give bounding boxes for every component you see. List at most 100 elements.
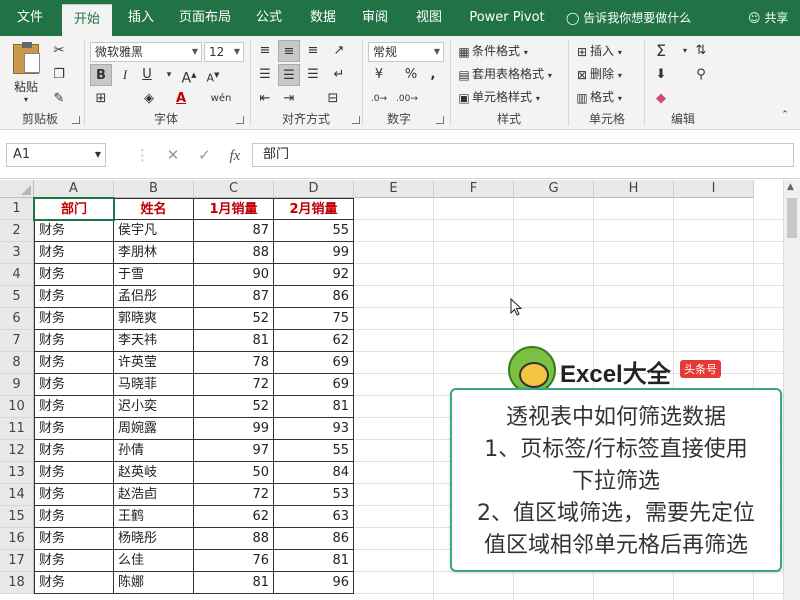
sort-filter-icon[interactable]: ⇅ bbox=[690, 40, 712, 62]
number-format-select[interactable]: 常规 ▼ bbox=[368, 42, 444, 62]
table-cell[interactable]: 81 bbox=[274, 396, 354, 418]
tab-page-layout[interactable]: 页面布局 bbox=[170, 0, 240, 36]
table-cell[interactable]: 侯宇凡 bbox=[114, 220, 194, 242]
table-cell[interactable]: 么佳 bbox=[114, 550, 194, 572]
tab-review[interactable]: 审阅 bbox=[352, 0, 398, 36]
row-header[interactable]: 3 bbox=[0, 242, 34, 264]
column-header-a[interactable]: A bbox=[34, 180, 114, 198]
table-cell[interactable]: 62 bbox=[274, 330, 354, 352]
table-cell[interactable]: 81 bbox=[274, 550, 354, 572]
name-box[interactable]: A1 ▼ bbox=[6, 143, 106, 167]
alignment-launcher[interactable] bbox=[352, 116, 360, 124]
table-cell[interactable]: 52 bbox=[194, 396, 274, 418]
percent-icon[interactable]: % bbox=[400, 64, 422, 86]
format-cells-button[interactable]: ▥ 格式 ▾ bbox=[574, 88, 622, 106]
table-cell[interactable]: 84 bbox=[274, 462, 354, 484]
row-header[interactable]: 17 bbox=[0, 550, 34, 572]
shrink-font-icon[interactable]: A▼ bbox=[202, 64, 224, 86]
table-cell[interactable]: 69 bbox=[274, 374, 354, 396]
table-cell[interactable]: 93 bbox=[274, 418, 354, 440]
table-cell[interactable]: 76 bbox=[194, 550, 274, 572]
table-header-cell[interactable]: 部门 bbox=[34, 198, 114, 220]
align-bottom-icon[interactable]: ≡ bbox=[302, 40, 324, 62]
row-header[interactable]: 4 bbox=[0, 264, 34, 286]
table-cell[interactable]: 赵浩卣 bbox=[114, 484, 194, 506]
column-header-c[interactable]: C bbox=[194, 180, 274, 198]
paste-button[interactable]: 粘贴 ▾ bbox=[8, 42, 44, 104]
table-cell[interactable]: 99 bbox=[274, 242, 354, 264]
table-cell[interactable]: 52 bbox=[194, 308, 274, 330]
table-cell[interactable]: 72 bbox=[194, 484, 274, 506]
row-header[interactable]: 2 bbox=[0, 220, 34, 242]
align-middle-icon[interactable]: ≡ bbox=[278, 40, 300, 62]
select-all-corner[interactable] bbox=[0, 180, 34, 198]
share-button[interactable]: ☺ 共享 bbox=[748, 0, 788, 36]
formula-input[interactable]: 部门 bbox=[252, 143, 794, 167]
table-header-cell[interactable]: 1月销量 bbox=[194, 198, 274, 220]
delete-cells-button[interactable]: ⊠ 删除 ▾ bbox=[574, 65, 622, 83]
table-cell[interactable]: 赵英岐 bbox=[114, 462, 194, 484]
grow-font-icon[interactable]: A▲ bbox=[178, 64, 200, 87]
scroll-thumb[interactable] bbox=[787, 198, 797, 238]
tab-formulas[interactable]: 公式 bbox=[246, 0, 292, 36]
table-cell[interactable]: 迟小奕 bbox=[114, 396, 194, 418]
bold-button[interactable]: B bbox=[90, 64, 112, 86]
row-header[interactable]: 12 bbox=[0, 440, 34, 462]
table-cell[interactable]: 86 bbox=[274, 286, 354, 308]
row-header[interactable]: 16 bbox=[0, 528, 34, 550]
table-cell[interactable]: 财务 bbox=[34, 352, 114, 374]
tab-insert[interactable]: 插入 bbox=[116, 0, 166, 36]
table-cell[interactable]: 81 bbox=[194, 572, 274, 594]
table-cell[interactable]: 53 bbox=[274, 484, 354, 506]
decrease-indent-icon[interactable]: ⇤ bbox=[254, 88, 276, 110]
table-cell[interactable]: 陈娜 bbox=[114, 572, 194, 594]
row-header[interactable]: 6 bbox=[0, 308, 34, 330]
autosum-icon[interactable]: Σ bbox=[650, 40, 672, 62]
cut-icon[interactable]: ✂ bbox=[48, 40, 70, 62]
row-header[interactable]: 14 bbox=[0, 484, 34, 506]
table-cell[interactable]: 财务 bbox=[34, 528, 114, 550]
row-header[interactable]: 8 bbox=[0, 352, 34, 374]
vertical-scrollbar[interactable]: ▲ bbox=[783, 180, 800, 600]
align-center-icon[interactable]: ☰ bbox=[278, 64, 300, 86]
table-cell[interactable]: 87 bbox=[194, 286, 274, 308]
table-cell[interactable]: 财务 bbox=[34, 506, 114, 528]
table-cell[interactable]: 财务 bbox=[34, 550, 114, 572]
copy-icon[interactable]: ❐ bbox=[48, 64, 70, 86]
tab-home[interactable]: 开始 bbox=[62, 4, 112, 36]
increase-indent-icon[interactable]: ⇥ bbox=[278, 88, 300, 110]
find-icon[interactable]: ⚲ bbox=[690, 64, 712, 86]
clear-icon[interactable]: ◆ bbox=[650, 88, 672, 110]
increase-decimal-icon[interactable]: .0→ bbox=[368, 88, 390, 110]
table-cell[interactable]: 63 bbox=[274, 506, 354, 528]
font-name-select[interactable]: 微软雅黑 ▼ bbox=[90, 42, 202, 62]
insert-cells-button[interactable]: ⊞ 插入 ▾ bbox=[574, 42, 622, 60]
tab-data[interactable]: 数据 bbox=[300, 0, 346, 36]
merge-center-icon[interactable]: ⊟ bbox=[322, 88, 344, 110]
decrease-decimal-icon[interactable]: .00→ bbox=[396, 88, 418, 110]
table-cell[interactable]: 96 bbox=[274, 572, 354, 594]
table-cell[interactable]: 92 bbox=[274, 264, 354, 286]
font-launcher[interactable] bbox=[236, 116, 244, 124]
fill-color-icon[interactable]: ◈ bbox=[138, 88, 160, 110]
table-cell[interactable]: 69 bbox=[274, 352, 354, 374]
tab-view[interactable]: 视图 bbox=[406, 0, 452, 36]
row-header[interactable]: 10 bbox=[0, 396, 34, 418]
table-cell[interactable]: 李朋林 bbox=[114, 242, 194, 264]
table-cell[interactable]: 财务 bbox=[34, 264, 114, 286]
font-size-select[interactable]: 12 ▼ bbox=[204, 42, 244, 62]
row-header[interactable]: 9 bbox=[0, 374, 34, 396]
row-header[interactable]: 13 bbox=[0, 462, 34, 484]
tab-file[interactable]: 文件 bbox=[0, 0, 60, 36]
format-as-table-button[interactable]: ▤ 套用表格格式 ▾ bbox=[456, 65, 552, 83]
table-header-cell[interactable]: 姓名 bbox=[114, 198, 194, 220]
table-cell[interactable]: 财务 bbox=[34, 242, 114, 264]
table-cell[interactable]: 99 bbox=[194, 418, 274, 440]
align-right-icon[interactable]: ☰ bbox=[302, 64, 324, 86]
column-header-i[interactable]: I bbox=[674, 180, 754, 198]
currency-icon[interactable]: ¥ bbox=[368, 64, 390, 86]
table-cell[interactable]: 财务 bbox=[34, 396, 114, 418]
table-cell[interactable]: 97 bbox=[194, 440, 274, 462]
table-header-cell[interactable]: 2月销量 bbox=[274, 198, 354, 220]
cancel-icon[interactable]: ✕ bbox=[167, 146, 180, 164]
